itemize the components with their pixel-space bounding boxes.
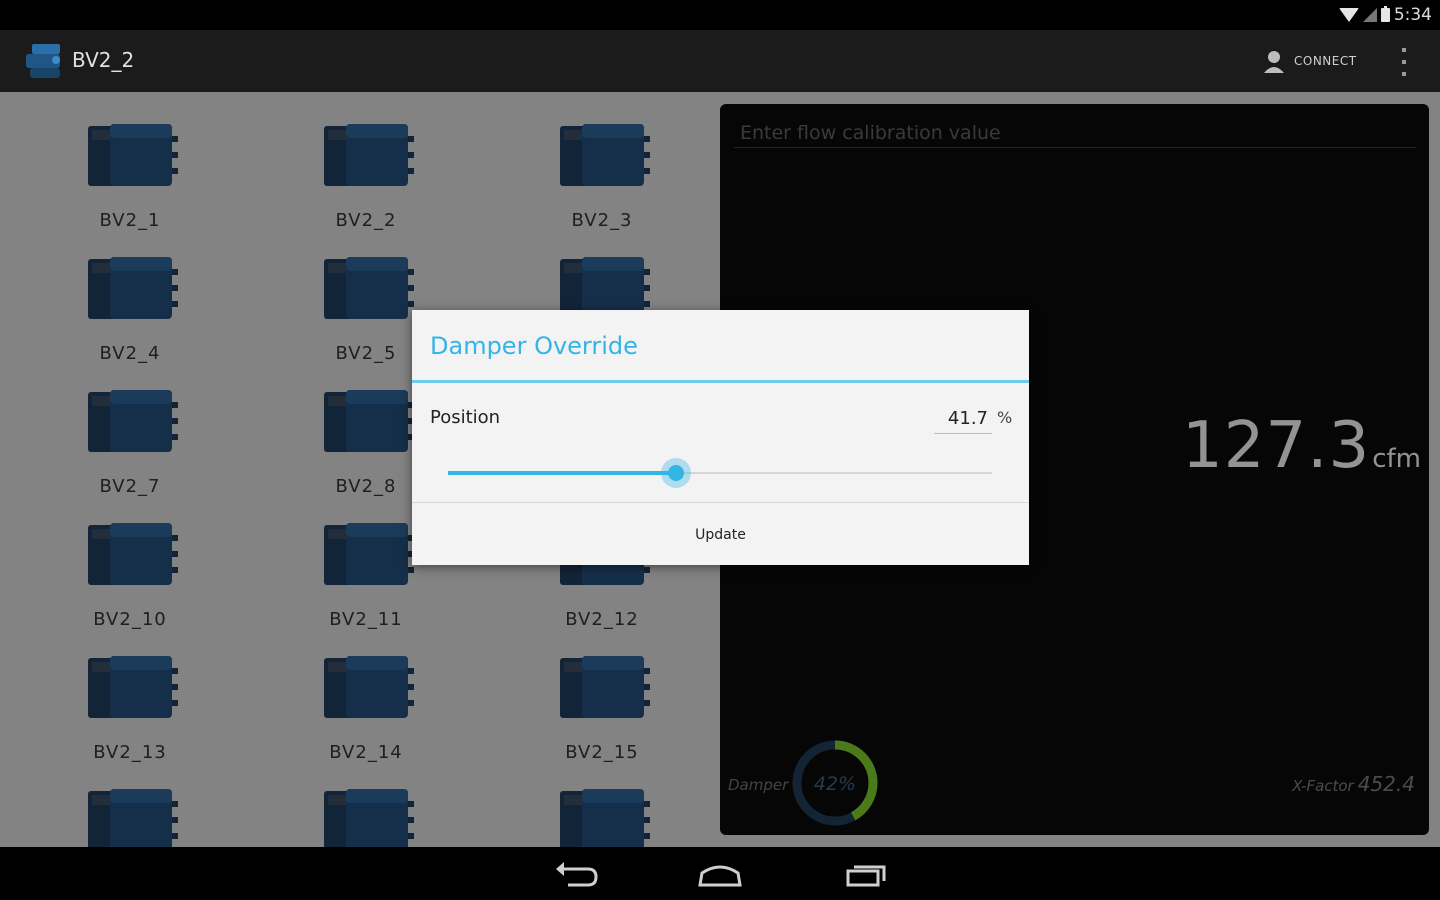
position-label: Position [430,407,501,428]
slider-thumb[interactable] [661,458,692,488]
action-bar: BV2_2 CONNECT [0,30,1440,92]
home-icon[interactable] [690,857,750,891]
person-icon [1264,51,1284,73]
app-logo-icon[interactable] [22,42,66,82]
back-icon[interactable] [546,857,606,891]
dialog-title: Damper Override [430,332,638,360]
connect-label: CONNECT [1294,54,1357,68]
position-unit: % [997,408,1013,427]
update-button[interactable]: Update [412,503,1029,566]
wifi-icon [1338,8,1359,22]
battery-icon [1380,6,1390,22]
dialog-button-bar: Update [412,502,1029,566]
status-icons: 5:34 [1338,5,1432,25]
overflow-dot [1402,60,1406,64]
signal-icon [1362,8,1377,22]
position-input[interactable] [934,404,992,434]
slider-fill [448,471,677,475]
damper-override-dialog: Damper Override Position % Update [412,310,1029,565]
overflow-dot [1402,48,1406,52]
overflow-menu-button[interactable] [1396,48,1412,76]
app-title: BV2_2 [72,48,135,72]
dialog-title-divider [412,380,1029,383]
connect-button[interactable]: CONNECT [1262,46,1357,76]
navigation-bar [0,847,1440,900]
clock: 5:34 [1393,5,1432,25]
position-slider[interactable] [448,458,992,488]
status-bar: 5:34 [0,0,1440,30]
recent-apps-icon[interactable] [836,857,896,891]
overflow-dot [1402,72,1406,76]
